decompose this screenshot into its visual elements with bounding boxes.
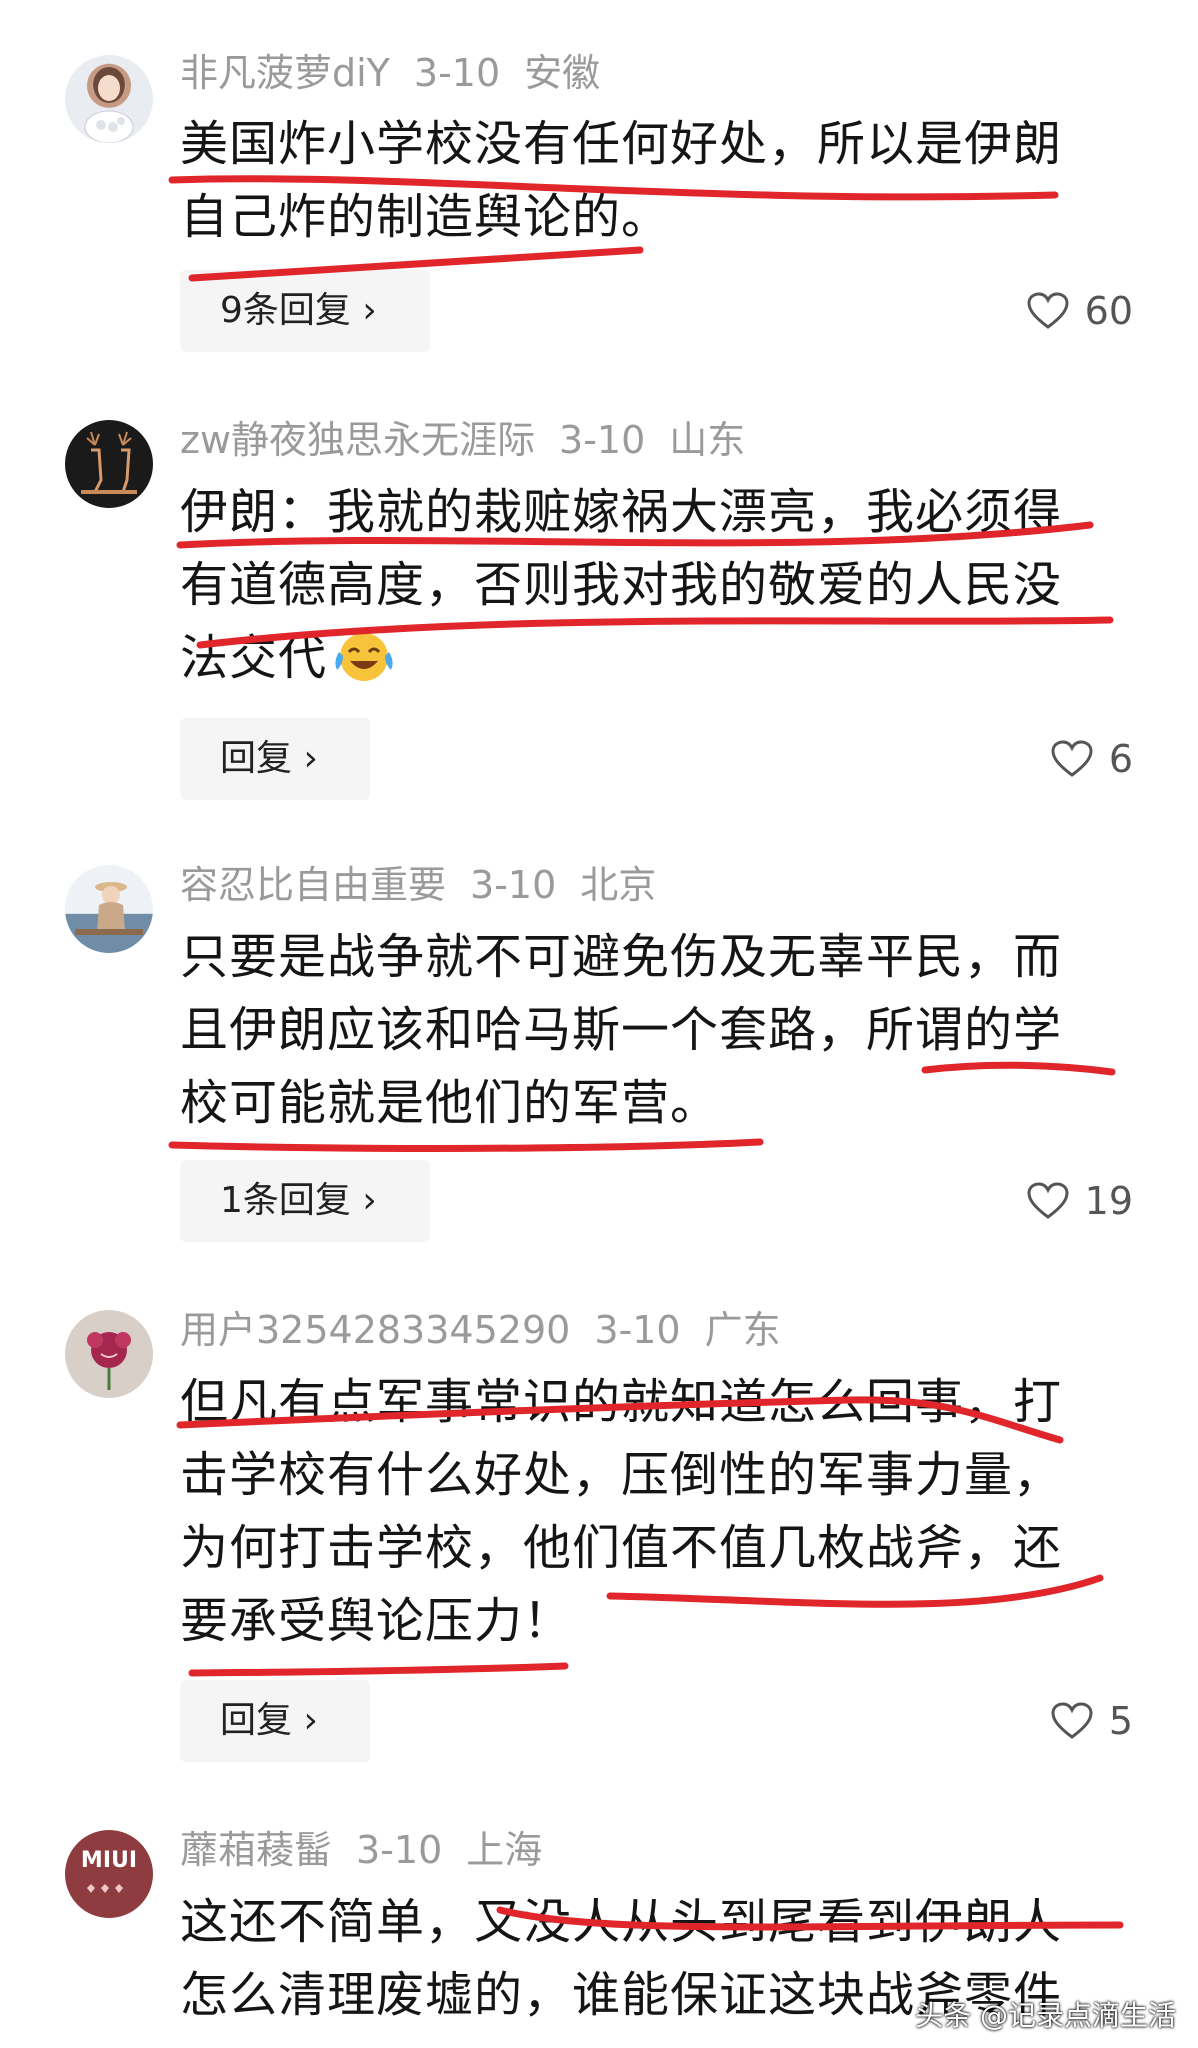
comment-line: 但凡有点军事常识的就知道怎么回事，打 [180,1374,1063,1430]
comment-meta: 容忍比自由重要 3-10 北京 [180,860,680,910]
like-count: 60 [1084,289,1133,333]
comment-line: 击学校有什么好处，压倒性的军事力量， [180,1447,1063,1503]
comment-line: 伊朗：我就的栽赃嫁祸大漂亮，我必须得 [180,484,1063,540]
avatar[interactable] [65,865,153,953]
comment-date: 3-10 [413,51,501,95]
avatar[interactable] [65,55,153,143]
comment-location: 安徽 [524,51,601,95]
heart-icon [1051,1702,1093,1739]
comment-location: 上海 [466,1828,543,1872]
avatar[interactable]: MIUI [65,1830,153,1918]
reply-button[interactable]: 回复 › [180,718,370,800]
username[interactable]: 蘼葙薐髷 [180,1828,332,1872]
heart-icon [1027,292,1069,329]
like-button[interactable]: 6 [1051,729,1133,789]
comment-line: 且伊朗应该和哈马斯一个套路，所谓的学 [180,1002,1063,1058]
comment-line: 这还不简单，又没人从头到尾看到伊朗人 [180,1894,1063,1950]
avatar[interactable] [65,420,153,508]
heart-icon [1051,740,1093,777]
comment-date: 3-10 [594,1308,681,1352]
like-count: 5 [1108,1699,1133,1743]
like-button[interactable]: 5 [1051,1691,1133,1751]
comment-line: 要承受舆论压力！ [180,1593,573,1649]
comment-line: 有道德高度，否则我对我的敬爱的人民没 [180,557,1063,613]
comment-line: 为何打击学校，他们值不值几枚战斧，还 [180,1520,1063,1576]
replies-button[interactable]: 1条回复 › [180,1160,430,1242]
comment-date: 3-10 [470,863,557,907]
comment-line-text: 法交代 [180,630,328,686]
comment-meta: 用户3254283345290 3-10 广东 [180,1305,805,1355]
deer-avatar-icon [81,431,137,494]
person-hat-avatar-icon [75,882,143,935]
laughing-crying-emoji-icon [335,633,393,681]
comment-date: 3-10 [356,1828,443,1872]
replies-button[interactable]: 9条回复 › [180,270,430,352]
comment-date: 3-10 [559,418,646,462]
comment-meta: zw静夜独思永无涯际 3-10 山东 [180,415,769,465]
comment-location: 北京 [580,863,657,907]
comment-line: 校可能就是他们的军营。 [180,1075,720,1131]
username[interactable]: 非凡菠萝diY [180,51,390,95]
like-button[interactable]: 19 [1027,1171,1133,1231]
like-button[interactable]: 60 [1027,281,1133,341]
comment-line: 只要是战争就不可避免伤及无辜平民，而 [180,929,1063,985]
comment-meta: 蘼葙薐髷 3-10 上海 [180,1825,566,1875]
comment-location: 山东 [669,418,746,462]
heart-icon [1027,1182,1069,1219]
comment-line: 法交代 [180,622,1140,695]
doll-avatar-icon [84,67,134,143]
comment-meta: 非凡菠萝diY 3-10 安徽 [180,48,624,98]
username[interactable]: zw静夜独思永无涯际 [180,418,535,462]
reply-button[interactable]: 回复 › [180,1680,370,1762]
comment-text: 美国炸小学校没有任何好处，所以是伊朗 自己炸的制造舆论的。 [180,108,1140,254]
flower-avatar-icon [87,1332,131,1390]
comment-line: 美国炸小学校没有任何好处，所以是伊朗 [180,116,1063,172]
username[interactable]: 容忍比自由重要 [180,863,446,907]
like-count: 19 [1084,1179,1133,1223]
comment-location: 广东 [704,1308,781,1352]
watermark: 头条 @记录点滴生活 [915,1999,1176,2032]
comment-text: 只要是战争就不可避免伤及无辜平民，而 且伊朗应该和哈马斯一个套路，所谓的学 校可… [180,921,1140,1140]
comment-text: 伊朗：我就的栽赃嫁祸大漂亮，我必须得 有道德高度，否则我对我的敬爱的人民没 法交… [180,476,1140,695]
username[interactable]: 用户3254283345290 [180,1308,570,1352]
comment-line: 自己炸的制造舆论的。 [180,189,671,245]
hearts-avatar-icon [87,1884,123,1893]
avatar[interactable] [65,1310,153,1398]
like-count: 6 [1108,737,1133,781]
comment-text: 但凡有点军事常识的就知道怎么回事，打 击学校有什么好处，压倒性的军事力量， 为何… [180,1366,1140,1658]
